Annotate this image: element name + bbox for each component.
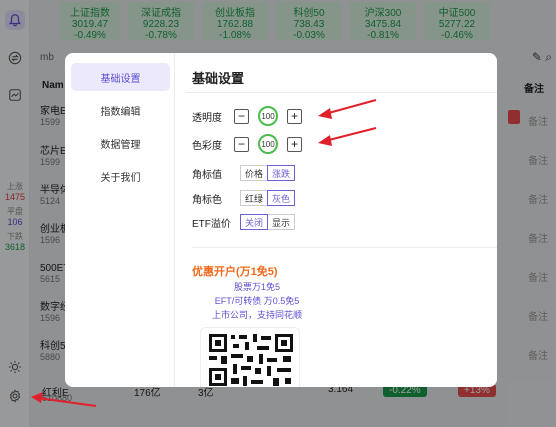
corner-value-toggle: 价格 涨跌 [240,165,296,181]
opacity-row: 透明度 − 100 + [192,106,302,126]
divider [192,247,497,248]
corner-color-row: 角标色 红绿 灰色 [192,188,296,208]
saturation-decrease-button[interactable]: − [234,136,249,152]
settings-panel: 基础设置 透明度 − 100 + 色彩度 − 100 + 角标值 价格 涨跌 角… [186,53,497,387]
settings-modal: 基础设置 指数编辑 数据管理 关于我们 基础设置 透明度 − 100 + 色彩度… [65,53,497,387]
nav-data-management[interactable]: 数据管理 [71,129,170,157]
opacity-increase-button[interactable]: + [287,108,302,124]
promo-line: 股票万1免5 [233,282,280,292]
settings-nav: 基础设置 指数编辑 数据管理 关于我们 [65,53,175,387]
saturation-label: 色彩度 [192,140,222,152]
corner-value-label: 角标值 [192,169,222,181]
promo-title: 优惠开户(万1免5) [192,266,278,278]
saturation-increase-button[interactable]: + [287,136,302,152]
saturation-value: 100 [258,134,278,154]
qr-code-image [200,327,300,387]
etf-premium-row: ETF溢价 关闭 显示 [192,212,296,232]
corner-color-label: 角标色 [192,194,222,206]
corner-value-option-change[interactable]: 涨跌 [267,165,296,181]
saturation-row: 色彩度 − 100 + [192,134,302,154]
nav-index-edit[interactable]: 指数编辑 [71,96,170,124]
divider [186,92,497,93]
corner-color-toggle: 红绿 灰色 [240,190,296,206]
etf-premium-option-off[interactable]: 关闭 [240,214,269,230]
nav-basic-settings[interactable]: 基础设置 [71,63,170,91]
panel-title: 基础设置 [192,71,245,86]
opacity-decrease-button[interactable]: − [234,108,249,124]
etf-premium-toggle: 关闭 显示 [240,214,296,230]
promo-line: EFT/可转债 万0.5免5 [214,296,300,306]
qr-code-icon [209,334,293,386]
corner-color-option-redgreen[interactable]: 红绿 [240,190,269,206]
promo-line: 上市公司，支持同花顺 [211,310,302,320]
etf-premium-option-show[interactable]: 显示 [267,214,296,230]
etf-premium-label: ETF溢价 [192,218,231,230]
corner-color-option-gray[interactable]: 灰色 [267,190,296,206]
opacity-label: 透明度 [192,112,222,124]
nav-about-us[interactable]: 关于我们 [71,162,170,190]
corner-value-row: 角标值 价格 涨跌 [192,163,296,183]
corner-value-option-price[interactable]: 价格 [240,165,269,181]
opacity-value: 100 [258,106,278,126]
